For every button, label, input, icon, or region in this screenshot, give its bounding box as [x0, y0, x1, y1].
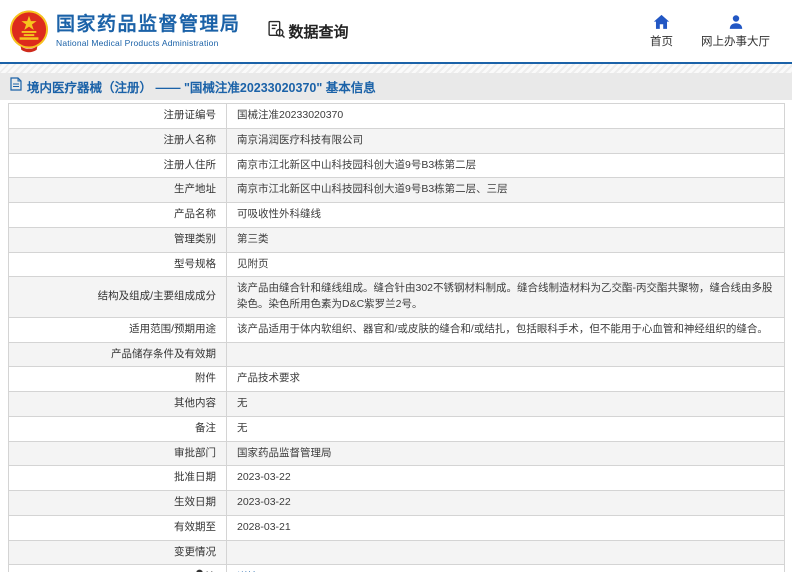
row-label: 产品名称	[8, 202, 227, 228]
table-row: 审批部门 国家药品监督管理局	[8, 440, 785, 467]
row-value: 见附页	[226, 251, 785, 278]
row-value: 详情	[226, 564, 785, 572]
nav-item-home[interactable]: 首页	[650, 14, 673, 49]
info-table-body: 注册证编号 国械注准20233020370 注册人名称 南京涓润医疗科技有限公司 注册人…	[8, 103, 785, 572]
row-label: 其他内容	[8, 391, 227, 417]
row-label: 审批部门	[8, 440, 227, 467]
row-value: 2028-03-21	[226, 514, 785, 541]
table-row: 备注无	[8, 415, 785, 442]
row-label: 注册证编号	[8, 103, 227, 129]
row-label: 批准日期	[8, 465, 227, 491]
row-label-text: 其他内容	[174, 397, 216, 409]
hatch-strip	[0, 64, 792, 73]
row-label-text: 审批部门	[174, 446, 216, 459]
row-label-text: 型号规格	[174, 257, 216, 270]
row-label-text: 产品储存条件及有效期	[111, 347, 216, 360]
row-label-text: 有效期至	[174, 520, 216, 533]
row-label: 结构及组成/主要组成成分	[8, 276, 227, 318]
page-title: 境内医疗器械（注册） —— "国械注准20233020370" 基本信息	[27, 81, 376, 95]
row-label: 注册人住所	[8, 152, 227, 179]
row-label-text: 产品名称	[174, 208, 216, 220]
row-label-text: 生效日期	[174, 496, 216, 508]
table-row: 变更情况	[8, 539, 785, 566]
table-row: 附件 产品技术要求	[8, 366, 785, 392]
row-label: 生产地址	[8, 177, 227, 203]
table-row: 注详情	[8, 564, 785, 572]
row-label-text: 适用范围/预期用途	[129, 322, 216, 335]
row-label-text: 注册证编号	[163, 109, 217, 121]
row-label: 适用范围/预期用途	[8, 316, 227, 343]
row-label-text: 批准日期	[174, 471, 216, 484]
home-icon	[653, 14, 670, 30]
data-query-tab[interactable]: 数据查询	[267, 20, 349, 43]
row-label: 有效期至	[8, 514, 227, 541]
document-icon	[10, 77, 22, 96]
row-label: 管理类别	[8, 226, 227, 253]
row-label-text: 备注	[195, 421, 216, 434]
row-label: 变更情况	[8, 539, 227, 566]
row-label-text: 注册人住所	[163, 158, 217, 171]
row-value: 无	[226, 391, 785, 417]
row-value: 2023-03-22	[226, 465, 785, 491]
table-row: 生产地址 南京市江北新区中山科技园科创大道9号B3栋第二层、三层	[8, 177, 785, 203]
row-value: 南京市江北新区中山科技园科创大道9号B3栋第二层	[226, 152, 785, 179]
row-label: 型号规格	[8, 251, 227, 278]
table-row: 注册人住所 南京市江北新区中山科技园科创大道9号B3栋第二层	[8, 152, 785, 179]
national-emblem-icon	[8, 9, 50, 53]
document-search-icon	[267, 20, 286, 43]
table-row: 批准日期 2023-03-22	[8, 465, 785, 491]
row-label: 生效日期	[8, 490, 227, 516]
info-table-wrap: 注册证编号 国械注准20233020370 注册人名称 南京涓润医疗科技有限公司 注册人…	[0, 100, 792, 572]
nav-item-service-hall-label: 网上办事大厅	[701, 35, 770, 48]
table-row: 生效日期 2023-03-22	[8, 490, 785, 516]
row-label-text: 管理类别	[174, 232, 216, 245]
row-value: 南京涓润医疗科技有限公司	[226, 127, 785, 154]
row-value: 可吸收性外科缝线	[226, 202, 785, 228]
nav-item-home-label: 首页	[650, 35, 673, 48]
row-value: 该产品由缝合针和缝线组成。缝合针由302不锈钢材料制成。缝合线制造材料为乙交酯-…	[226, 276, 785, 318]
table-row: 其他内容无	[8, 391, 785, 417]
row-value: 2023-03-22	[226, 490, 785, 516]
row-label-text: 附件	[195, 372, 216, 385]
agency-name-cn: 国家药品监督管理局	[56, 14, 241, 36]
agency-name-en: National Medical Products Administration	[56, 37, 219, 48]
data-query-label: 数据查询	[288, 23, 349, 41]
row-value: 国家药品监督管理局	[226, 440, 785, 467]
row-value	[226, 539, 785, 566]
row-value: 该产品适用于体内软组织、器官和/或皮肤的缝合和/或结扎，包括眼科手术，但不能用于…	[226, 316, 785, 343]
table-row: 结构及组成/主要组成成分 该产品由缝合针和缝线组成。缝合针由302不锈钢材料制成。…	[8, 276, 785, 318]
row-label-text: 生产地址	[174, 183, 216, 196]
table-row: 注册人名称 南京涓润医疗科技有限公司	[8, 127, 785, 154]
row-label-text: 结构及组成/主要组成成分	[97, 290, 216, 303]
table-row: 适用范围/预期用途 该产品适用于体内软组织、器官和/或皮肤的缝合和/或结扎，包括眼…	[8, 316, 785, 343]
row-value	[226, 341, 785, 368]
row-value: 产品技术要求	[226, 366, 785, 392]
row-label: 注册人名称	[8, 127, 227, 154]
row-label: 产品储存条件及有效期	[8, 341, 227, 368]
row-label: 备注	[8, 415, 227, 442]
row-label-text: 变更情况	[174, 545, 216, 558]
table-row: 管理类别 第三类	[8, 226, 785, 253]
table-row: 产品名称 可吸收性外科缝线	[8, 202, 785, 228]
header-nav: 首页 网上办事大厅	[650, 14, 770, 49]
row-label: 注	[8, 564, 227, 572]
row-value: 国械注准20233020370	[226, 103, 785, 129]
info-table: 注册证编号 国械注准20233020370 注册人名称 南京涓润医疗科技有限公司 注册人…	[8, 103, 785, 572]
row-value: 第三类	[226, 226, 785, 253]
table-row: 产品储存条件及有效期	[8, 341, 785, 368]
row-value: 无	[226, 415, 785, 442]
row-label-text: 注册人名称	[163, 133, 217, 146]
person-icon	[728, 14, 744, 30]
page-header: 国家药品监督管理局 National Medical Products Admi…	[0, 0, 792, 62]
nav-item-service-hall[interactable]: 网上办事大厅	[701, 14, 770, 49]
agency-title-block: 国家药品监督管理局 National Medical Products Admi…	[56, 14, 241, 48]
row-value: 南京市江北新区中山科技园科创大道9号B3栋第二层、三层	[226, 177, 785, 203]
table-row: 有效期至 2028-03-21	[8, 514, 785, 541]
table-row: 型号规格 见附页	[8, 251, 785, 278]
table-row: 注册证编号 国械注准20233020370	[8, 103, 785, 129]
row-label: 附件	[8, 366, 227, 392]
page-title-bar: 境内医疗器械（注册） —— "国械注准20233020370" 基本信息	[0, 73, 792, 100]
